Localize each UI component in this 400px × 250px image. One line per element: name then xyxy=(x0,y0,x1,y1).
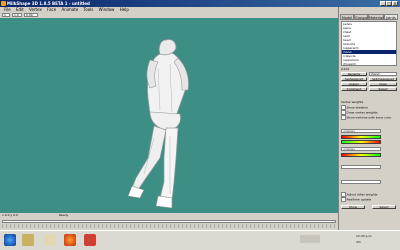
clear-button[interactable]: Clear xyxy=(369,82,397,86)
window-title: MilkShape 3D 1.8.5 BETA 1 - untitled xyxy=(7,1,90,6)
draw-weights-checkbox[interactable]: Draw vertex weights xyxy=(341,110,378,115)
realtime-update-checkbox[interactable]: Realtime update xyxy=(341,197,371,202)
start-button-icon[interactable] xyxy=(4,234,16,246)
tray-icons[interactable] xyxy=(300,235,320,243)
tab-materials[interactable]: Materials xyxy=(368,14,385,20)
taskbar xyxy=(0,230,400,250)
bone3-combo[interactable] xyxy=(341,165,381,169)
folder-icon[interactable] xyxy=(22,234,34,246)
selassigned-button[interactable]: SelAssigned xyxy=(341,77,367,81)
rename-field[interactable]: lhand xyxy=(369,72,397,76)
tab-joints[interactable]: Joints xyxy=(384,14,398,20)
timeline-ticks xyxy=(2,224,336,228)
document-icon[interactable] xyxy=(44,234,56,246)
app-icon xyxy=(1,1,6,6)
zoom-field[interactable]: 1.0 xyxy=(12,13,22,17)
show-button[interactable]: Show xyxy=(341,205,365,209)
tab-groups[interactable]: Groups xyxy=(354,14,368,20)
bone4-combo[interactable] xyxy=(341,180,381,184)
bone2-combo[interactable]: <none> xyxy=(341,147,381,151)
joints-label: Joints xyxy=(341,67,350,71)
clock-time: 12:43 p.m. xyxy=(356,234,373,238)
timeline-slider[interactable] xyxy=(2,220,336,223)
tab-model[interactable]: Model xyxy=(340,14,354,20)
weight-gradient-2[interactable] xyxy=(341,140,381,144)
clock-date: dm xyxy=(356,240,361,244)
select-joint-button[interactable]: Select xyxy=(369,87,397,91)
assign-button[interactable]: Assign xyxy=(341,82,367,86)
character-model xyxy=(127,39,189,209)
comment-button[interactable]: Comment xyxy=(341,87,367,91)
weight-gradient-1[interactable] xyxy=(341,135,381,139)
vertex-weights-label: Vertex weights xyxy=(341,100,364,104)
title-bar: MilkShape 3D 1.8.5 BETA 1 - untitled xyxy=(0,0,400,7)
list-item[interactable]: rforearm xyxy=(342,62,396,65)
bone-color-checkbox[interactable]: Show vertices with bone color xyxy=(341,115,392,120)
rename-button[interactable]: Rename xyxy=(341,72,367,76)
frame-field[interactable]: 1 xyxy=(2,13,10,17)
app-taskbar-icon[interactable] xyxy=(84,234,96,246)
firefox-icon[interactable] xyxy=(64,234,76,246)
status-message: Ready xyxy=(58,213,69,217)
close-button[interactable]: × xyxy=(392,1,398,6)
extra-field[interactable]: 0.00 xyxy=(24,13,38,17)
bone1-combo[interactable]: <none> xyxy=(341,129,381,133)
select-button[interactable]: Select xyxy=(372,205,396,209)
show-skeleton-checkbox[interactable]: Show skeleton xyxy=(341,105,368,110)
joints-list[interactable]: pelvis spine chest neck head lclavicle l… xyxy=(341,21,397,66)
adjust-weights-checkbox[interactable]: Adjust other weights xyxy=(341,192,377,197)
weight-gradient-3[interactable] xyxy=(341,153,381,157)
selunassigned-button[interactable]: SelUnassigned xyxy=(369,77,397,81)
status-coords: x 0.0 y 0.0 xyxy=(2,213,18,217)
3d-viewport[interactable] xyxy=(0,18,338,213)
